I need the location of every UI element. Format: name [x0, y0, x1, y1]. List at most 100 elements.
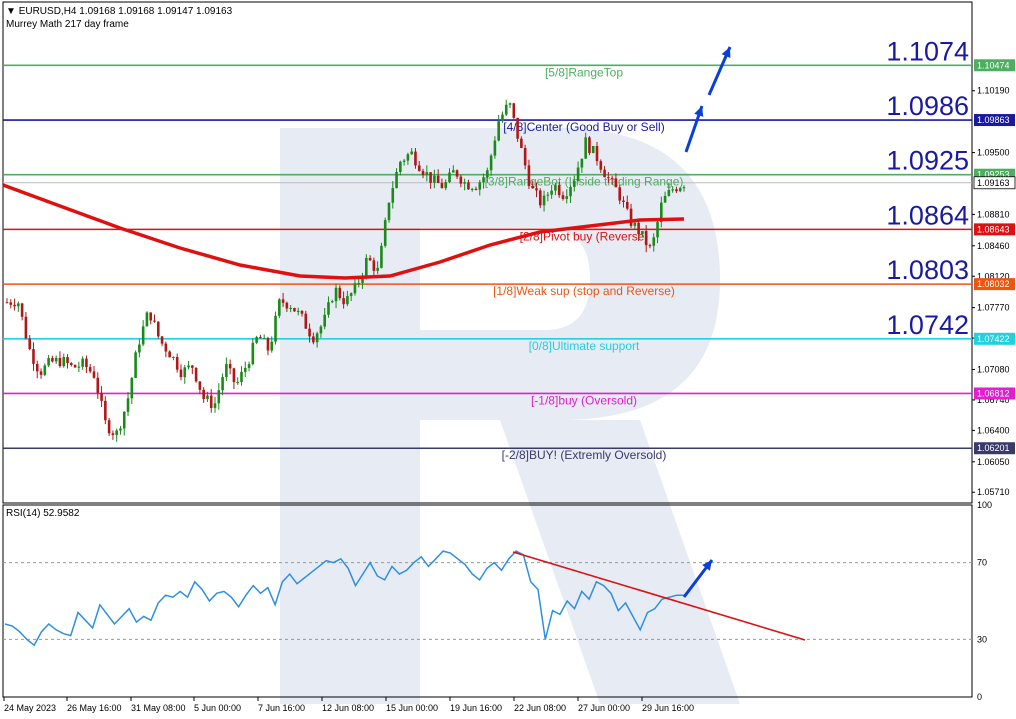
candle-body — [614, 178, 618, 188]
candle-body — [573, 180, 576, 187]
candle-body — [77, 366, 81, 368]
candle-body — [43, 365, 47, 375]
candle-body — [9, 302, 13, 305]
y-tick-label: 1.05710 — [977, 487, 1010, 497]
candle-body — [270, 341, 274, 351]
level-big-label: 1.0986 — [886, 91, 969, 121]
candle-body — [251, 342, 255, 365]
candle-body — [278, 299, 281, 316]
x-tick-label: 7 Jun 16:00 — [258, 703, 305, 713]
candle-body — [410, 151, 413, 155]
candle-body — [115, 430, 118, 435]
price-tag-label: 1.10474 — [977, 60, 1010, 70]
candle-body — [107, 420, 111, 434]
level-label: [0/8]Ultimate support — [529, 339, 640, 353]
x-tick-label: 31 May 08:00 — [131, 703, 186, 713]
candle-body — [54, 357, 58, 362]
candle-body — [512, 103, 516, 118]
candle-body — [527, 165, 531, 187]
candle-body — [508, 103, 512, 105]
candle-body — [24, 316, 28, 339]
candle-body — [584, 137, 587, 159]
candle-body — [474, 188, 478, 190]
candle-body — [69, 363, 73, 365]
x-tick-label: 29 Jun 16:00 — [642, 703, 694, 713]
candle-body — [92, 371, 96, 378]
candle-body — [633, 222, 637, 226]
candle-body — [591, 146, 595, 154]
candle-body — [312, 336, 315, 343]
candle-body — [467, 182, 470, 190]
level-big-label: 1.0864 — [886, 200, 969, 230]
candle-body — [13, 304, 16, 307]
candle-body — [198, 381, 202, 390]
y-tick-label: 1.08460 — [977, 241, 1010, 251]
candle-body — [149, 312, 153, 321]
candle-body — [618, 187, 622, 201]
candle-body — [675, 189, 678, 192]
candle-body — [274, 315, 277, 342]
candle-body — [372, 260, 376, 271]
candle-body — [399, 161, 402, 173]
candle-body — [535, 188, 538, 191]
arrow-head — [694, 106, 704, 117]
candle-body — [554, 185, 557, 191]
watermark-logo — [280, 128, 740, 704]
candle-body — [380, 245, 383, 268]
level-big-label: 1.0742 — [886, 310, 969, 340]
candle-body — [671, 189, 674, 191]
candle-body — [542, 195, 546, 206]
candle-body — [156, 321, 160, 337]
y-tick-label: 1.06050 — [977, 457, 1010, 467]
level-big-label: 1.0925 — [886, 146, 969, 176]
candle-body — [172, 356, 175, 358]
candle-body — [448, 172, 451, 183]
candle-body — [504, 104, 508, 115]
candle-body — [520, 138, 523, 148]
candle-body — [323, 314, 326, 327]
symbol-line: EURUSD,H4 1.09168 1.09168 1.09147 1.0916… — [18, 6, 233, 17]
candle-body — [194, 367, 198, 382]
candle-body — [463, 182, 466, 184]
candle-body — [308, 328, 311, 337]
candle-body — [81, 358, 84, 367]
candle-body — [376, 267, 379, 271]
candle-body — [425, 172, 429, 176]
candle-body — [255, 337, 258, 343]
candle-body — [663, 195, 667, 203]
candle-body — [191, 365, 194, 368]
candle-body — [213, 403, 217, 408]
candle-body — [66, 357, 69, 364]
candle-body — [17, 303, 20, 307]
candle-body — [5, 302, 9, 304]
candle-body — [175, 356, 179, 370]
level-label: [4/8]Center (Good Buy or Sell) — [503, 120, 664, 134]
candle-body — [588, 137, 591, 154]
rsi-panel — [3, 550, 972, 647]
candle-body — [100, 392, 103, 401]
candle-body — [327, 302, 330, 315]
candle-body — [538, 190, 542, 206]
candle-body — [236, 382, 240, 384]
candle-body — [73, 364, 77, 368]
candle-body — [62, 357, 66, 367]
candle-body — [289, 307, 292, 309]
candle-body — [433, 175, 436, 183]
candle-body — [478, 182, 482, 190]
candle-body — [281, 299, 285, 303]
dropdown-triangle-icon[interactable]: ▼ — [6, 6, 16, 17]
candle-body — [501, 114, 504, 122]
candle-body — [580, 158, 584, 168]
chart-svg: [5/8]RangeTop 1.1074 [4/8]Center (Good Buy… — [2, 1, 1016, 713]
candle-body — [126, 398, 130, 412]
candle-body — [47, 358, 50, 366]
candle-body — [644, 230, 648, 246]
candle-body — [595, 146, 599, 162]
candle-body — [217, 390, 221, 404]
candle-body — [141, 326, 145, 345]
candle-body — [546, 194, 550, 196]
candle-body — [342, 298, 345, 305]
candle-body — [330, 301, 334, 303]
candle-body — [130, 377, 134, 399]
candle-body — [417, 165, 421, 171]
